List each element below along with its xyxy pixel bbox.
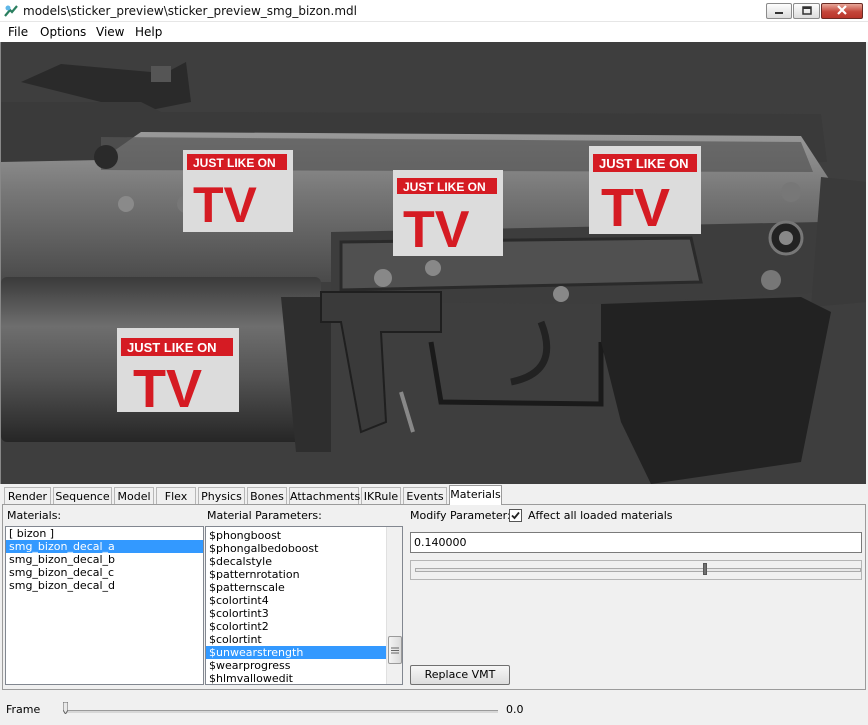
list-item[interactable]: $patternscale <box>206 581 386 594</box>
tab-physics[interactable]: Physics <box>198 487 245 504</box>
model-viewport[interactable]: JUST LIKE ON TV JUST LIKE ON TV JUST LIK… <box>0 42 866 484</box>
list-item-selected[interactable]: $unwearstrength <box>206 646 386 659</box>
svg-text:JUST LIKE ON: JUST LIKE ON <box>403 180 486 194</box>
tab-attachments[interactable]: Attachments <box>289 487 360 504</box>
app-icon <box>4 4 18 18</box>
maximize-icon <box>801 5 812 18</box>
list-item[interactable]: $wearprogress <box>206 659 386 672</box>
frame-value: 0.0 <box>506 703 524 716</box>
list-item[interactable]: $phongboost <box>206 529 386 542</box>
list-item[interactable]: $colortint4 <box>206 594 386 607</box>
tab-bones[interactable]: Bones <box>247 487 287 504</box>
checkmark-icon <box>510 511 521 524</box>
slider-track <box>415 568 861 572</box>
grip-icon <box>391 644 399 657</box>
menu-help[interactable]: Help <box>135 25 162 39</box>
list-item[interactable]: smg_bizon_decal_d <box>6 579 203 592</box>
sticker-4: JUST LIKE ON TV <box>117 328 239 419</box>
list-item-selected[interactable]: smg_bizon_decal_a <box>6 540 203 553</box>
sticker-1: JUST LIKE ON TV <box>183 150 293 233</box>
menu-options[interactable]: Options <box>40 25 86 39</box>
title-bar: models\sticker_preview\sticker_preview_s… <box>0 0 868 22</box>
tab-events[interactable]: Events <box>403 487 447 504</box>
frame-label: Frame <box>6 703 41 716</box>
replace-vmt-button[interactable]: Replace VMT <box>410 665 510 685</box>
maximize-button[interactable] <box>793 3 820 19</box>
slider-thumb[interactable] <box>702 563 707 575</box>
tab-ikrule[interactable]: IKRule <box>361 487 401 504</box>
parameters-list[interactable]: $phongboost $phongalbedoboost $decalstyl… <box>205 526 403 685</box>
list-item[interactable]: $colortint2 <box>206 620 386 633</box>
list-item[interactable]: $hlmvallowedit <box>206 672 386 684</box>
sticker-2: JUST LIKE ON TV <box>393 170 503 259</box>
frame-bar: Frame 0.0 <box>0 697 868 725</box>
close-button[interactable] <box>821 3 863 19</box>
affect-all-checkbox[interactable] <box>509 509 522 522</box>
svg-text:TV: TV <box>193 177 258 233</box>
menu-file[interactable]: File <box>8 25 28 39</box>
minimize-icon <box>774 5 784 18</box>
weapon-model-render: JUST LIKE ON TV JUST LIKE ON TV JUST LIK… <box>1 62 866 484</box>
materials-label: Materials: <box>7 509 62 522</box>
list-item[interactable]: smg_bizon_decal_b <box>6 553 203 566</box>
parameter-slider[interactable] <box>410 560 862 580</box>
frame-slider-thumb[interactable] <box>62 701 69 715</box>
svg-text:TV: TV <box>601 178 670 238</box>
list-item[interactable]: $patternrotation <box>206 568 386 581</box>
sticker-3: JUST LIKE ON TV <box>589 146 701 238</box>
parameters-label: Material Parameters: <box>207 509 322 522</box>
menu-bar: File Options View Help <box>0 22 868 42</box>
svg-text:JUST LIKE ON: JUST LIKE ON <box>127 340 217 355</box>
list-item[interactable]: [ bizon ] <box>6 527 203 540</box>
menu-view[interactable]: View <box>96 25 124 39</box>
materials-list[interactable]: [ bizon ] smg_bizon_decal_a smg_bizon_de… <box>5 526 204 685</box>
affect-all-label: Affect all loaded materials <box>528 509 673 522</box>
tab-model[interactable]: Model <box>114 487 154 504</box>
window-title: models\sticker_preview\sticker_preview_s… <box>23 4 357 18</box>
tab-materials[interactable]: Materials <box>449 485 502 505</box>
list-item[interactable]: $colortint <box>206 633 386 646</box>
parameters-scrollbar[interactable] <box>386 527 402 684</box>
list-item[interactable]: smg_bizon_decal_c <box>6 566 203 579</box>
svg-text:JUST LIKE ON: JUST LIKE ON <box>193 156 276 170</box>
close-icon <box>836 4 848 18</box>
svg-text:TV: TV <box>403 201 470 259</box>
tab-render[interactable]: Render <box>4 487 51 504</box>
scrollbar-thumb[interactable] <box>388 636 402 664</box>
modify-parameter-label: Modify Parameter: <box>410 509 511 522</box>
tab-bar: Render Sequence Model Flex Physics Bones… <box>4 485 866 505</box>
parameter-value-input[interactable]: 0.140000 <box>410 532 862 553</box>
list-item[interactable]: $decalstyle <box>206 555 386 568</box>
svg-text:TV: TV <box>133 359 202 419</box>
list-item[interactable]: $colortint3 <box>206 607 386 620</box>
tab-flex[interactable]: Flex <box>156 487 196 504</box>
tab-sequence[interactable]: Sequence <box>53 487 112 504</box>
list-item[interactable]: $phongalbedoboost <box>206 542 386 555</box>
svg-text:JUST LIKE ON: JUST LIKE ON <box>599 156 689 171</box>
frame-slider[interactable] <box>64 710 498 713</box>
minimize-button[interactable] <box>766 3 792 19</box>
